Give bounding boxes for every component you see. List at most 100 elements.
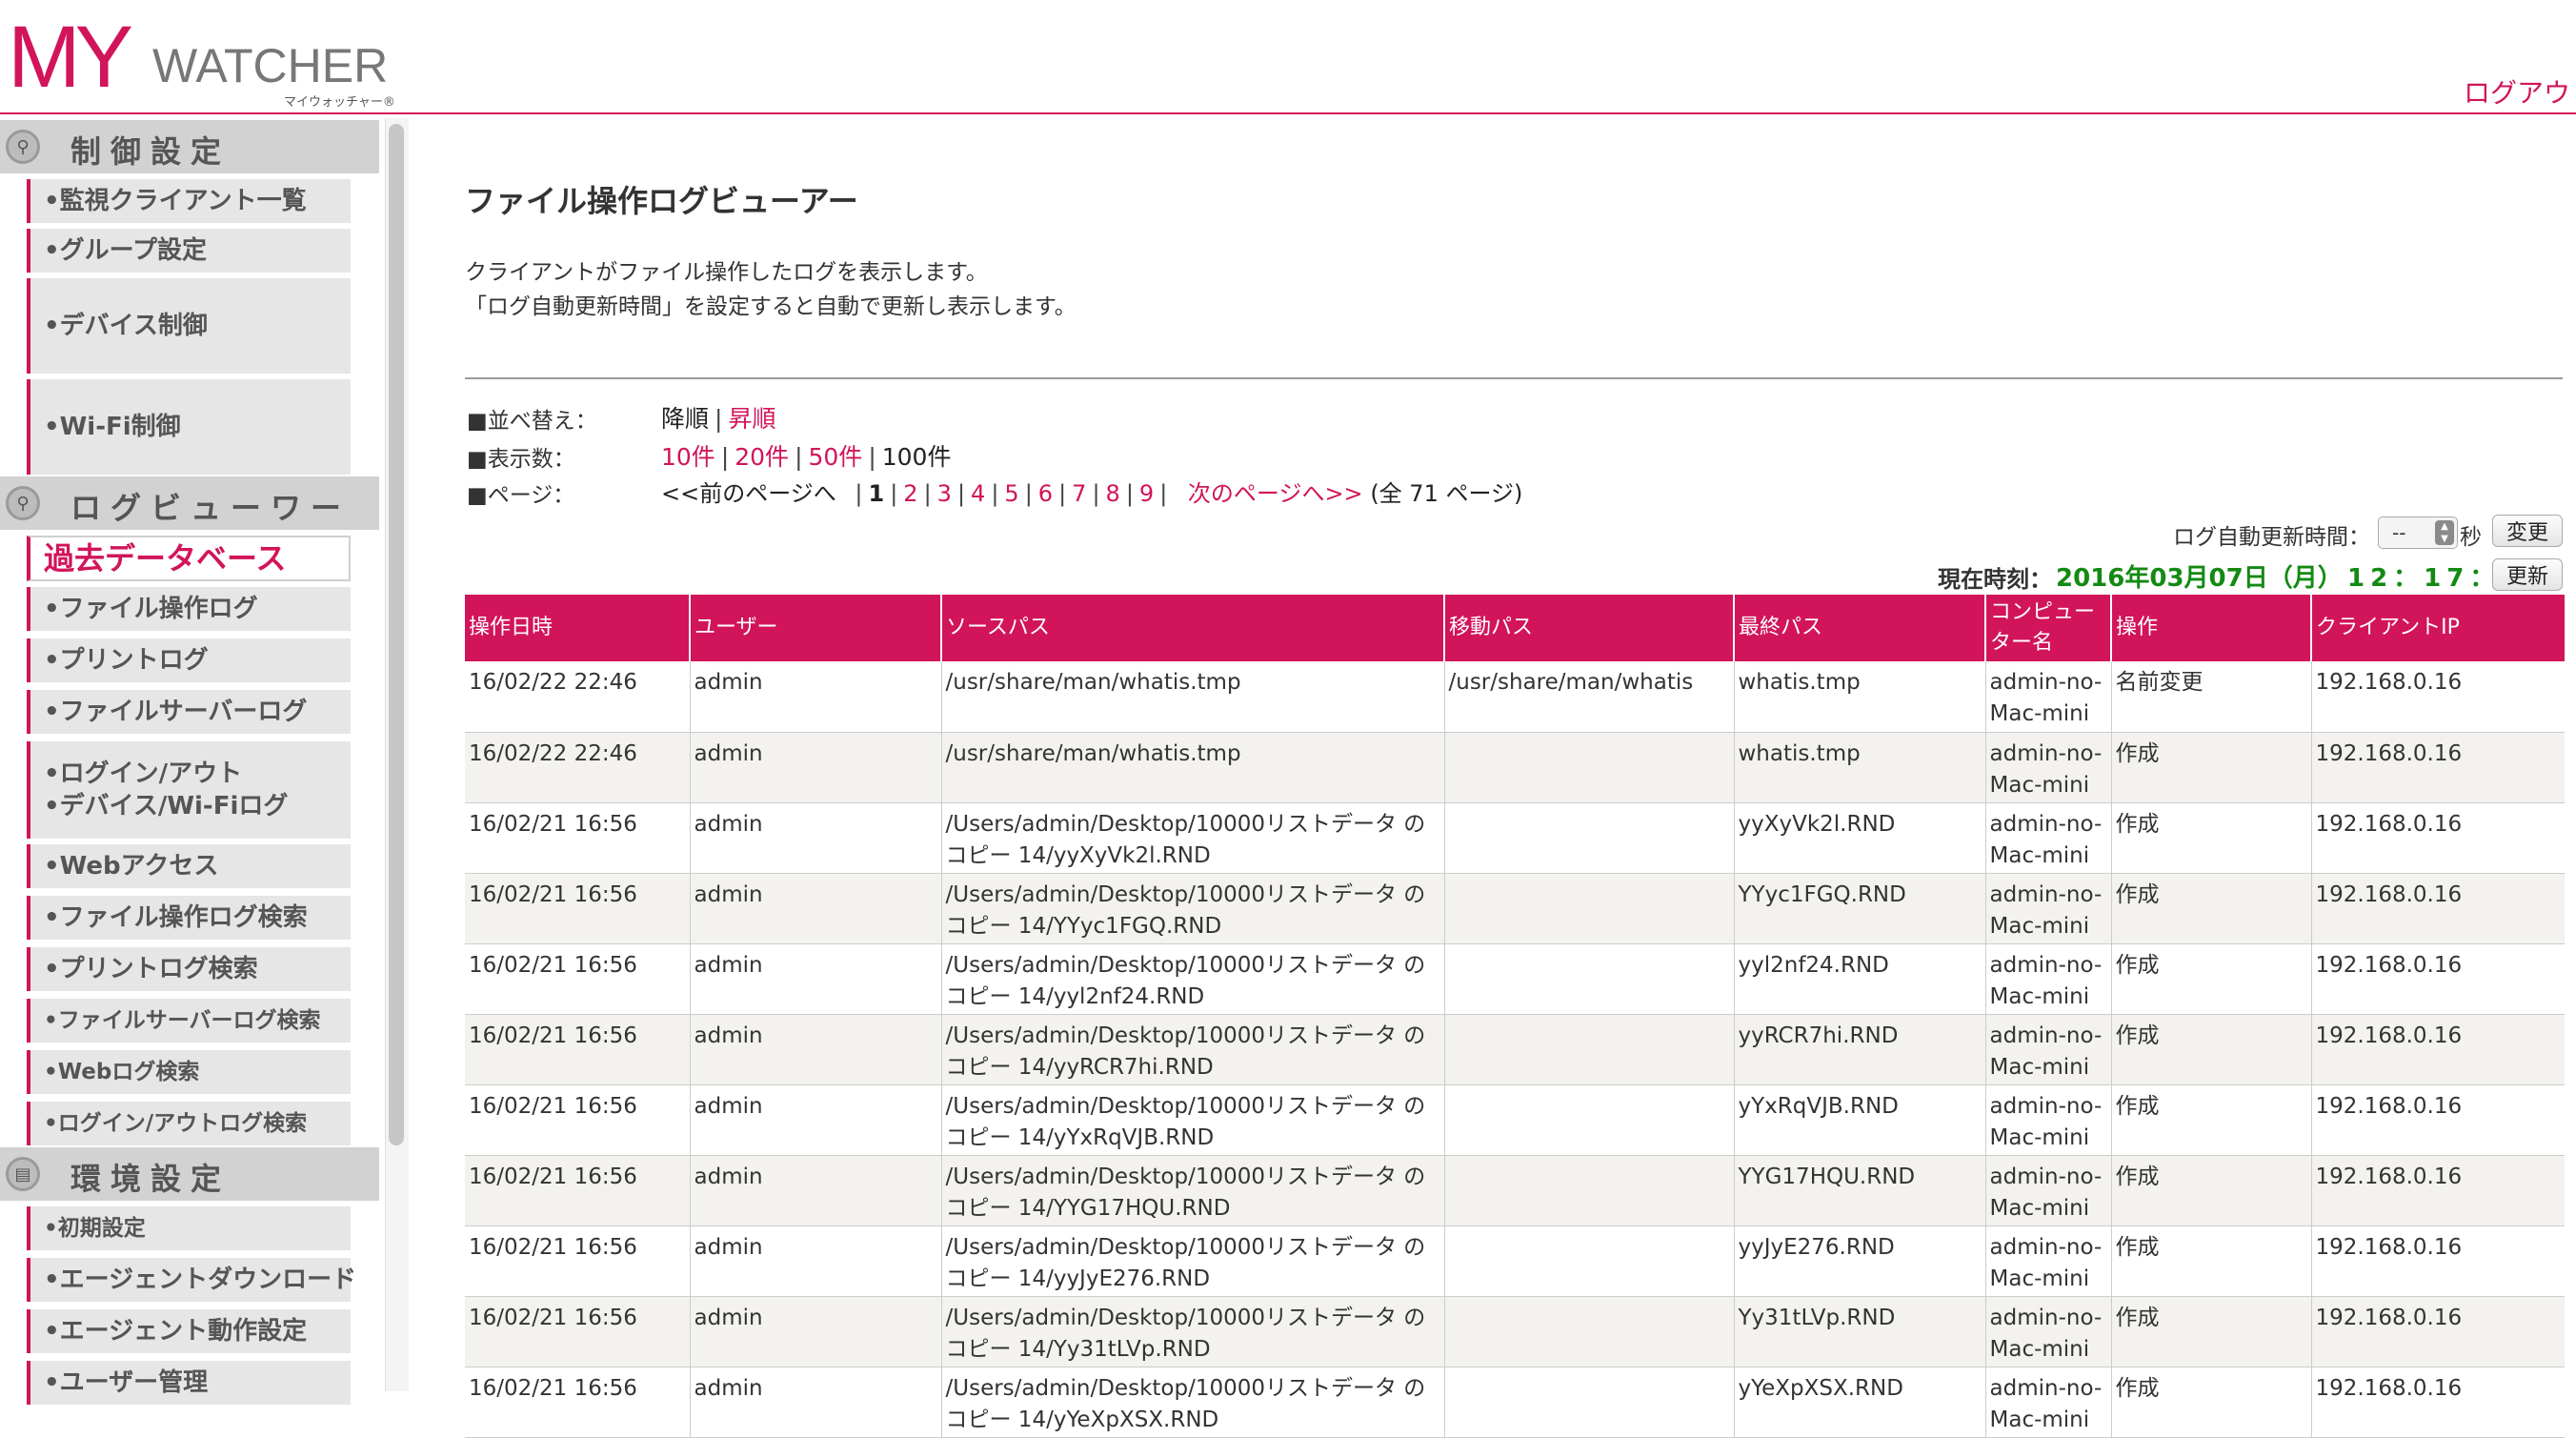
- col-header-user[interactable]: ユーザー: [690, 595, 942, 661]
- logo-kana: マイウォッチャー®: [284, 95, 395, 110]
- page-8-link[interactable]: 8: [1106, 480, 1120, 507]
- sidebar-item-label: •グループ設定: [44, 236, 208, 265]
- current-date: 2016年03月07日（月）: [2056, 564, 2343, 593]
- sidebar-item-device-control[interactable]: •デバイス制御: [27, 278, 351, 374]
- page-3-link[interactable]: 3: [937, 480, 952, 507]
- count-label: ■表示数：: [467, 447, 575, 472]
- sidebar-item-wifi-control[interactable]: •Wi-Fi制御: [27, 379, 351, 475]
- separator: |: [795, 443, 803, 471]
- cell-user: admin: [690, 1084, 942, 1156]
- sidebar-item-file-operation-log-search[interactable]: •ファイル操作ログ検索: [27, 896, 351, 940]
- sidebar-item-label: •デバイス/Wi-Fiログ: [44, 792, 289, 820]
- logo-watcher: WATCHER: [152, 39, 389, 92]
- prev-page: <<前のページへ: [661, 480, 836, 507]
- table-row: 16/02/21 16:56 admin/Users/admin/Desktop/…: [465, 1225, 2565, 1297]
- col-header-computer-name[interactable]: コンピューター名: [1985, 595, 2112, 661]
- sidebar-item-client-list[interactable]: •監視クライアント一覧: [27, 179, 351, 223]
- sidebar-item-label: •初期設定: [44, 1216, 146, 1241]
- auto-refresh-select[interactable]: -- ▲ ▼: [2378, 516, 2458, 549]
- section-label: 環境設定: [70, 1161, 231, 1197]
- sidebar-item-print-log-search[interactable]: •プリントログ検索: [27, 947, 351, 991]
- sidebar-item-file-server-log[interactable]: •ファイルサーバーログ: [27, 690, 351, 734]
- sidebar-item-user-management[interactable]: •ユーザー管理: [27, 1361, 351, 1405]
- page-9-link[interactable]: 9: [1139, 480, 1154, 507]
- sidebar-item-past-database[interactable]: 過去データベース: [27, 536, 351, 581]
- cell-move-path: /usr/share/man/whatis: [1444, 661, 1735, 733]
- cell-operation: 作成: [2111, 802, 2312, 874]
- logo: MY WATCHER マイウォッチャー®: [8, 13, 408, 110]
- count-20-link[interactable]: 20件: [735, 443, 789, 471]
- sidebar-item-label: •エージェント動作設定: [44, 1317, 308, 1346]
- cell-user: admin: [690, 1225, 942, 1297]
- sidebar-item-label: •エージェントダウンロード: [44, 1266, 357, 1294]
- section-environment-settings[interactable]: ▤ 環境設定: [0, 1147, 379, 1201]
- content-divider: [465, 377, 2563, 379]
- update-button[interactable]: 更新: [2492, 558, 2563, 591]
- cell-source-path: /Users/admin/Desktop/10000リストデータ のコピー 14…: [941, 1084, 1445, 1156]
- col-header-source-path[interactable]: ソースパス: [941, 595, 1445, 661]
- cell-source-path: /Users/admin/Desktop/10000リストデータ のコピー 14…: [941, 1155, 1445, 1226]
- page-6-link[interactable]: 6: [1038, 480, 1053, 507]
- page-2-link[interactable]: 2: [903, 480, 917, 507]
- count-10-link[interactable]: 10件: [661, 443, 715, 471]
- cell-computer-name: admin-no-Mac-mini: [1985, 873, 2112, 944]
- table-row: 16/02/21 16:56 admin/Users/admin/Desktop/…: [465, 943, 2565, 1015]
- sidebar-item-file-operation-log[interactable]: •ファイル操作ログ: [27, 587, 351, 631]
- sidebar-item-group-settings[interactable]: •グループ設定: [27, 229, 351, 273]
- section-log-viewer[interactable]: ⚲ ログビューワー: [0, 476, 379, 530]
- cell-final-path: whatis.tmp: [1734, 661, 1986, 733]
- sidebar-item-login-log-search[interactable]: •ログイン/アウトログ検索: [27, 1102, 351, 1145]
- cell-move-path: [1444, 1367, 1735, 1438]
- count-50-link[interactable]: 50件: [809, 443, 863, 471]
- cell-final-path: yyl2nf24.RND: [1734, 943, 1986, 1015]
- cell-computer-name: admin-no-Mac-mini: [1985, 943, 2112, 1015]
- sidebar-item-initial-settings[interactable]: •初期設定: [27, 1206, 351, 1250]
- logout-link[interactable]: ログアウ: [2464, 72, 2570, 111]
- next-page-link[interactable]: 次のページへ>>: [1188, 480, 1363, 507]
- col-header-move-path[interactable]: 移動パス: [1444, 595, 1735, 661]
- cell-computer-name: admin-no-Mac-mini: [1985, 1014, 2112, 1085]
- cell-computer-name: admin-no-Mac-mini: [1985, 732, 2112, 803]
- col-header-operation[interactable]: 操作: [2111, 595, 2312, 661]
- cell-user: admin: [690, 802, 942, 874]
- sidebar-item-print-log[interactable]: •プリントログ: [27, 638, 351, 682]
- separator: |: [1092, 480, 1100, 507]
- sidebar-item-file-server-log-search[interactable]: •ファイルサーバーログ検索: [27, 999, 351, 1043]
- sidebar-item-label: •Webアクセス: [44, 852, 219, 881]
- cell-operation: 作成: [2111, 1084, 2312, 1156]
- cell-operation: 作成: [2111, 1296, 2312, 1367]
- separator: |: [923, 480, 932, 507]
- sort-asc-link[interactable]: 昇順: [728, 405, 775, 433]
- col-header-client-ip[interactable]: クライアントIP: [2311, 595, 2565, 661]
- cell-final-path: yyJyE276.RND: [1734, 1225, 1986, 1297]
- separator: |: [956, 480, 966, 507]
- sidebar-item-web-log-search[interactable]: •Webログ検索: [27, 1050, 351, 1094]
- page-5-link[interactable]: 5: [1004, 480, 1018, 507]
- cell-source-path: /Users/admin/Desktop/10000リストデータ のコピー 14…: [941, 943, 1445, 1015]
- sidebar-item-login-device-log[interactable]: •ログイン/アウト •デバイス/Wi-Fiログ: [27, 741, 351, 839]
- cell-final-path: yYxRqVJB.RND: [1734, 1084, 1986, 1156]
- change-button[interactable]: 変更: [2492, 515, 2563, 547]
- col-header-datetime[interactable]: 操作日時: [465, 595, 691, 661]
- sort-desc-current: 降順: [661, 405, 710, 433]
- col-header-final-path[interactable]: 最終パス: [1734, 595, 1986, 661]
- sidebar-item-web-access[interactable]: •Webアクセス: [27, 844, 351, 888]
- page-7-link[interactable]: 7: [1072, 480, 1086, 507]
- cell-user: admin: [690, 1367, 942, 1438]
- sidebar-item-agent-download[interactable]: •エージェントダウンロード: [27, 1258, 356, 1302]
- separator: |: [1024, 480, 1033, 507]
- sidebar-item-agent-settings[interactable]: •エージェント動作設定: [27, 1309, 351, 1353]
- page-4-link[interactable]: 4: [971, 480, 985, 507]
- cell-final-path: YYG17HQU.RND: [1734, 1155, 1986, 1226]
- cell-move-path: [1444, 1155, 1735, 1226]
- cell-datetime: 16/02/21 16:56: [465, 943, 691, 1015]
- cell-operation: 作成: [2111, 1014, 2312, 1085]
- section-control-settings[interactable]: ⚲ 制御設定: [0, 120, 379, 173]
- cell-datetime: 16/02/21 16:56: [465, 802, 691, 874]
- sidebar-item-label: •ログイン/アウトログ検索: [44, 1111, 308, 1136]
- cell-user: admin: [690, 1014, 942, 1085]
- cell-operation: 名前変更: [2111, 661, 2312, 733]
- sidebar-item-label: •Webログ検索: [44, 1060, 200, 1084]
- cell-operation: 作成: [2111, 1367, 2312, 1438]
- sidebar-scrollbar-thumb[interactable]: [389, 124, 404, 1145]
